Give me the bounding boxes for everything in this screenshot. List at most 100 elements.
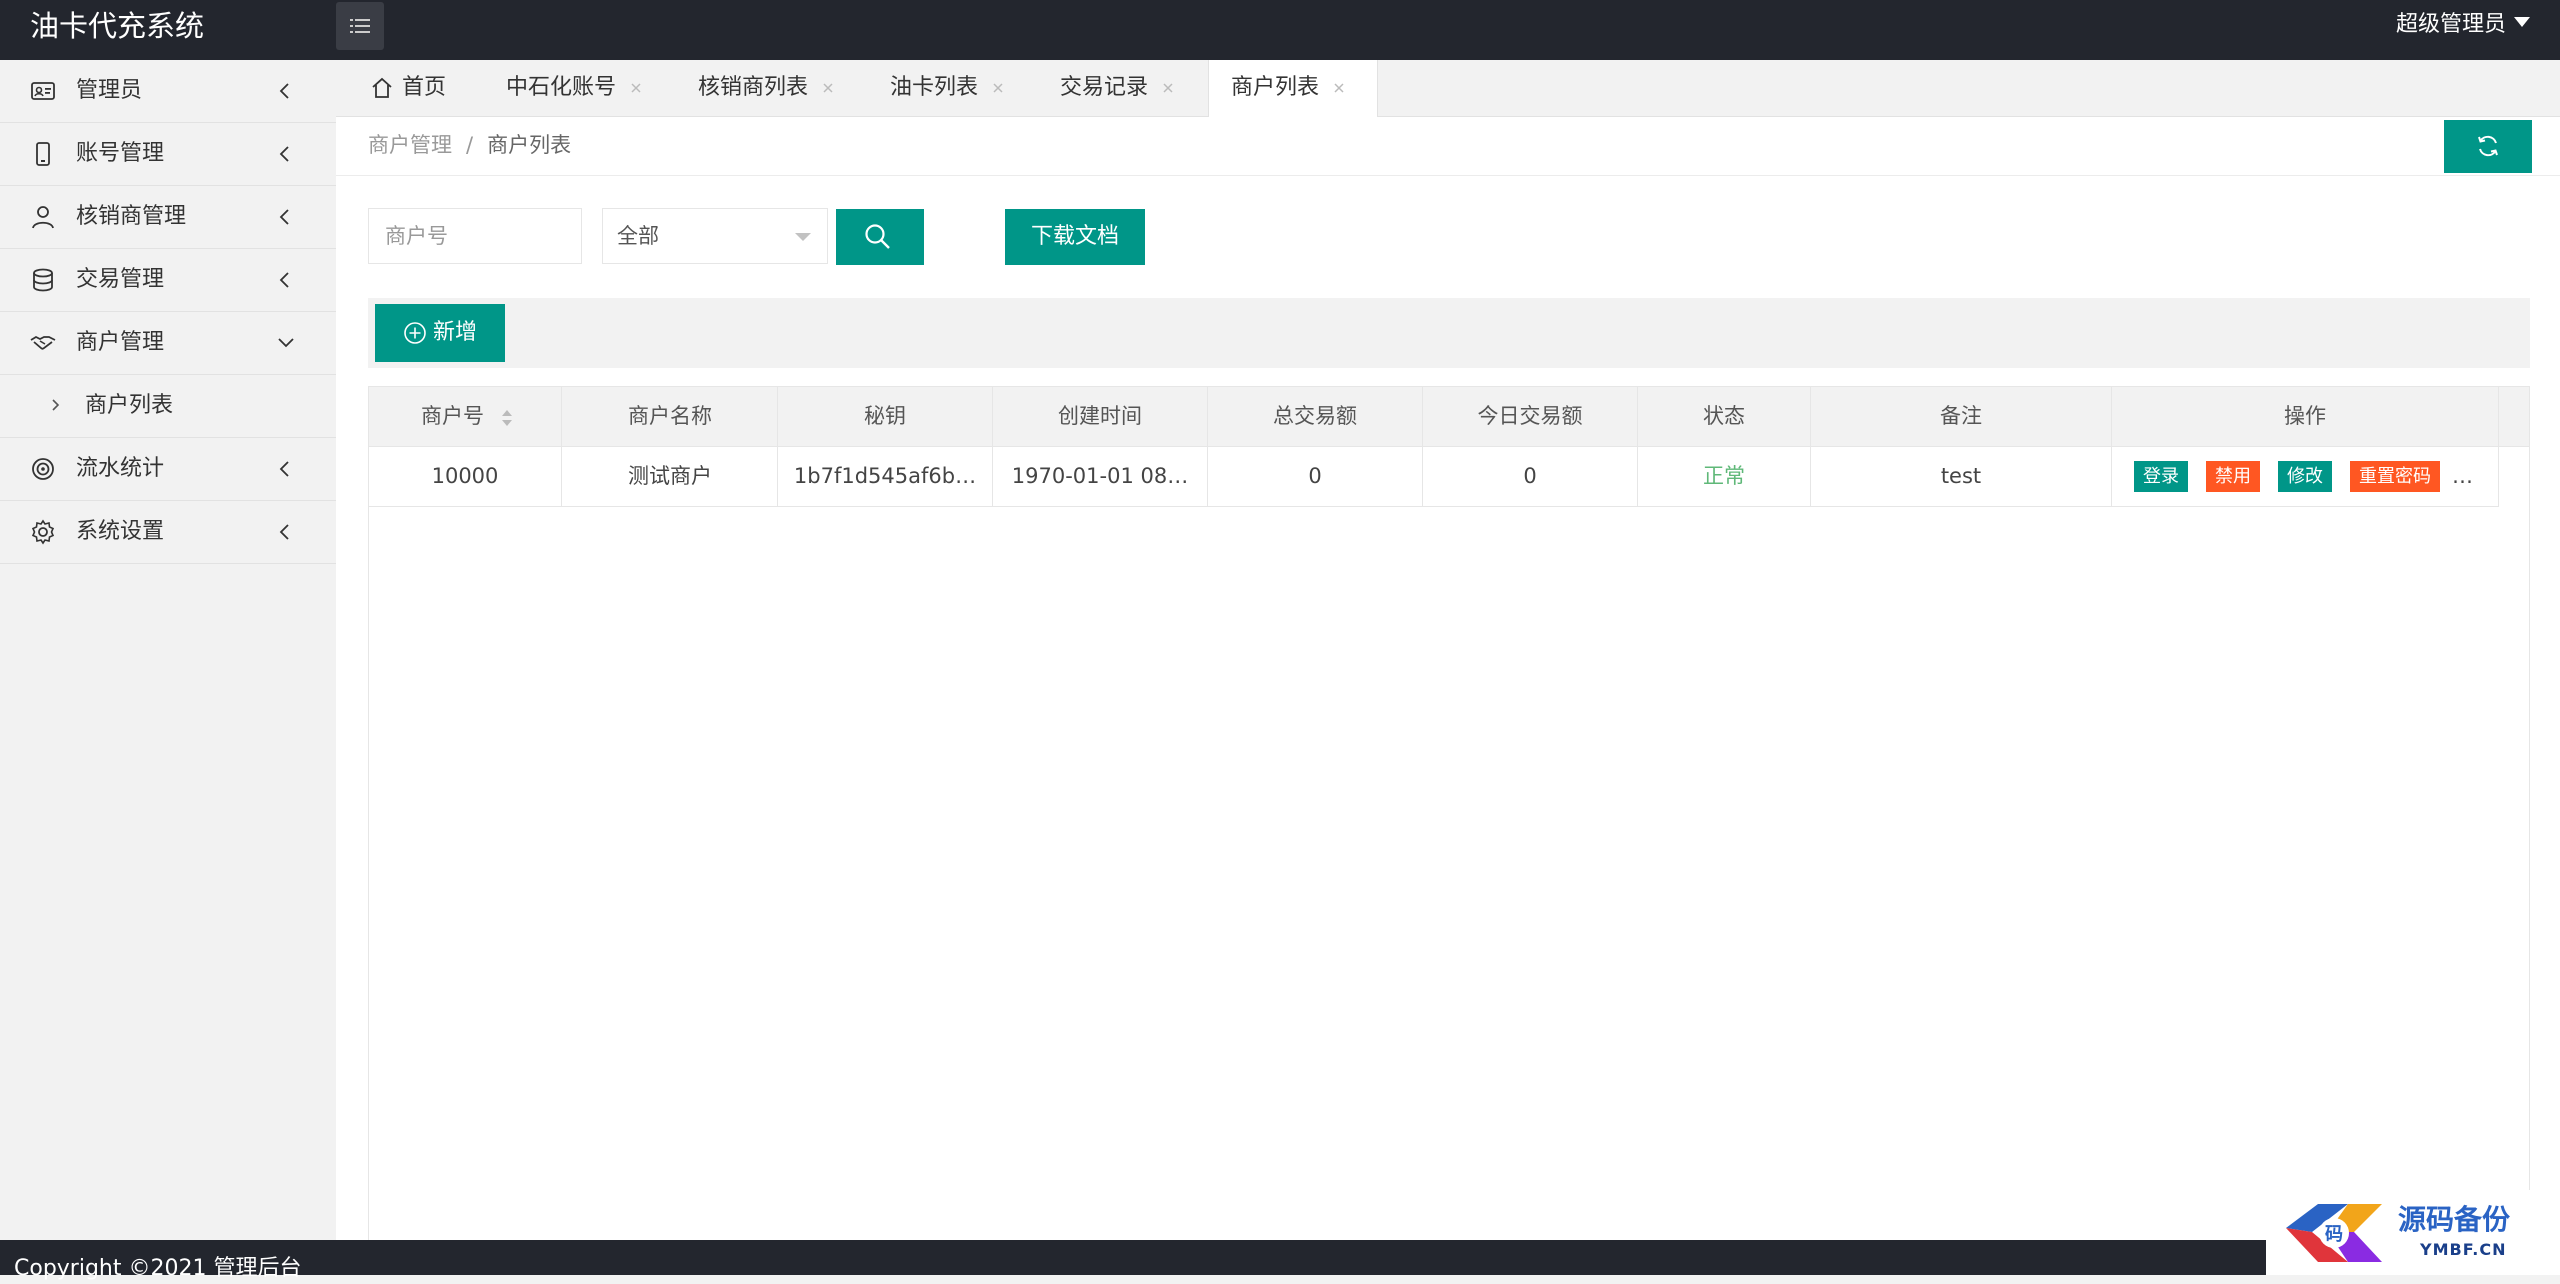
column-header-label: 商户号 — [421, 404, 484, 428]
table-row: 10000 测试商户 1b7f1d545af6b… 1970-01-01 08…… — [369, 447, 2499, 507]
top-header: 油卡代充系统 超级管理员 — [0, 0, 2560, 60]
column-header-merchant-id[interactable]: 商户号 — [369, 387, 562, 446]
sidebar-item-merchant[interactable]: 商户管理 — [0, 312, 336, 375]
status-select[interactable]: 全部 — [602, 208, 828, 264]
close-icon[interactable] — [992, 82, 1004, 94]
sidebar-item-label: 交易管理 — [76, 267, 165, 292]
tab-label: 商户列表 — [1231, 75, 1320, 100]
close-icon[interactable] — [630, 82, 642, 94]
sidebar-subitem-label: 商户列表 — [85, 393, 174, 418]
column-header-status: 状态 — [1638, 387, 1811, 446]
reset-password-button[interactable]: 重置密码 — [2350, 461, 2440, 492]
sidebar-item-account[interactable]: 账号管理 — [0, 123, 336, 186]
user-name: 超级管理员 — [2395, 12, 2506, 37]
plus-circle-icon — [404, 322, 426, 344]
app-title: 油卡代充系统 — [30, 9, 205, 43]
tab-label: 油卡列表 — [890, 75, 979, 100]
cell-today-amount: 0 — [1423, 447, 1638, 506]
cell-actions: 登录 禁用 修改 重置密码 … — [2112, 447, 2499, 506]
copyright-text: Copyright ©2021 管理后台 — [14, 1256, 302, 1281]
merchant-id-input[interactable] — [368, 208, 582, 264]
chevron-left-icon — [279, 146, 289, 162]
id-card-icon — [31, 82, 55, 100]
chevron-left-icon — [279, 524, 289, 540]
main-content: 商户管理 / 商户列表 全部 下载文档 新增 商户号 商户名称 秘钥 创建时间 总交… — [336, 117, 2560, 1246]
watermark-title: 源码备份 — [2398, 1203, 2511, 1236]
sidebar-subitem-merchant-list[interactable]: 商户列表 — [0, 375, 336, 438]
tab-label: 交易记录 — [1060, 75, 1149, 100]
breadcrumb-separator: / — [466, 133, 474, 157]
sidebar-item-verifier[interactable]: 核销商管理 — [0, 186, 336, 249]
tab-bar: 首页 中石化账号 核销商列表 油卡列表 交易记录 商户列表 — [336, 60, 2560, 117]
chevron-left-icon — [279, 83, 289, 99]
target-icon — [32, 458, 54, 480]
list-icon — [350, 19, 370, 33]
sidebar-item-admin[interactable]: 管理员 — [0, 60, 336, 123]
refresh-icon — [2478, 135, 2498, 157]
cell-merchant-id: 10000 — [369, 447, 562, 506]
watermark-glyph: 码 — [2325, 1224, 2343, 1245]
tab-transaction-records[interactable]: 交易记录 — [1040, 60, 1206, 116]
disable-button[interactable]: 禁用 — [2206, 461, 2260, 492]
more-actions-ellipsis[interactable]: … — [2452, 447, 2473, 506]
sidebar-item-label: 商户管理 — [76, 330, 165, 355]
close-icon[interactable] — [1333, 82, 1345, 94]
column-header-merchant-name: 商户名称 — [563, 387, 778, 446]
edit-button[interactable]: 修改 — [2278, 461, 2332, 492]
user-icon — [32, 206, 54, 229]
mobile-phone-icon — [36, 142, 50, 166]
sidebar-item-label: 账号管理 — [76, 141, 165, 166]
handshake-icon — [30, 335, 56, 350]
search-button[interactable] — [836, 209, 924, 265]
close-icon[interactable] — [822, 82, 834, 94]
sidebar-item-label: 流水统计 — [76, 456, 165, 481]
sidebar: 管理员 账号管理 核销商管理 交易管理 商户管理 商户列表 流水统计 系统设置 — [0, 60, 337, 1240]
search-icon — [865, 224, 890, 249]
tab-verifier-list[interactable]: 核销商列表 — [678, 60, 860, 116]
chevron-left-icon — [279, 461, 289, 477]
caret-down-icon — [2514, 17, 2530, 27]
database-icon — [33, 268, 53, 292]
add-button-label: 新增 — [433, 320, 478, 345]
menu-toggle-button[interactable] — [336, 2, 384, 50]
cell-secret-key: 1b7f1d545af6b… — [778, 447, 993, 506]
watermark-logo: 码 源码备份 YMBF.CN — [2266, 1190, 2560, 1275]
column-header-remark: 备注 — [1811, 387, 2112, 446]
breadcrumb: 商户管理 / 商户列表 — [368, 117, 571, 173]
tab-label: 核销商列表 — [698, 75, 809, 100]
sidebar-item-label: 系统设置 — [76, 519, 165, 544]
login-button[interactable]: 登录 — [2134, 461, 2188, 492]
table-toolbar: 新增 — [368, 298, 2530, 368]
dropdown-arrow-icon — [795, 233, 811, 241]
cell-created-at: 1970-01-01 08… — [993, 447, 1208, 506]
cell-merchant-name: 测试商户 — [563, 447, 778, 506]
tab-label: 中石化账号 — [506, 75, 617, 100]
cell-remark: test — [1811, 447, 2112, 506]
sort-icon[interactable] — [501, 409, 513, 427]
table-header: 商户号 商户名称 秘钥 创建时间 总交易额 今日交易额 状态 备注 操作 — [369, 387, 2529, 447]
tab-home[interactable]: 首页 — [336, 60, 456, 116]
status-select-value: 全部 — [617, 224, 659, 248]
sidebar-item-label: 核销商管理 — [76, 204, 187, 229]
user-menu[interactable]: 超级管理员 — [2396, 0, 2530, 50]
breadcrumb-parent[interactable]: 商户管理 — [368, 133, 452, 157]
home-icon — [372, 77, 392, 98]
sidebar-item-statistics[interactable]: 流水统计 — [0, 438, 336, 501]
column-header-actions: 操作 — [2112, 387, 2499, 446]
chevron-right-icon — [52, 399, 60, 411]
tab-oilcard-list[interactable]: 油卡列表 — [870, 60, 1030, 116]
download-doc-button[interactable]: 下载文档 — [1005, 209, 1145, 265]
add-button[interactable]: 新增 — [375, 304, 505, 362]
tab-label: 首页 — [402, 75, 447, 100]
close-icon[interactable] — [1162, 82, 1174, 94]
cell-status: 正常 — [1638, 447, 1811, 506]
tab-sinopec-account[interactable]: 中石化账号 — [486, 60, 666, 116]
column-header-created-at: 创建时间 — [993, 387, 1208, 446]
column-header-today-amount: 今日交易额 — [1423, 387, 1638, 446]
sidebar-item-settings[interactable]: 系统设置 — [0, 501, 336, 564]
sidebar-item-transactions[interactable]: 交易管理 — [0, 249, 336, 312]
chevron-left-icon — [279, 209, 289, 225]
refresh-button[interactable] — [2444, 120, 2532, 173]
sidebar-item-label: 管理员 — [76, 78, 143, 103]
tab-merchant-list[interactable]: 商户列表 — [1208, 60, 1378, 117]
